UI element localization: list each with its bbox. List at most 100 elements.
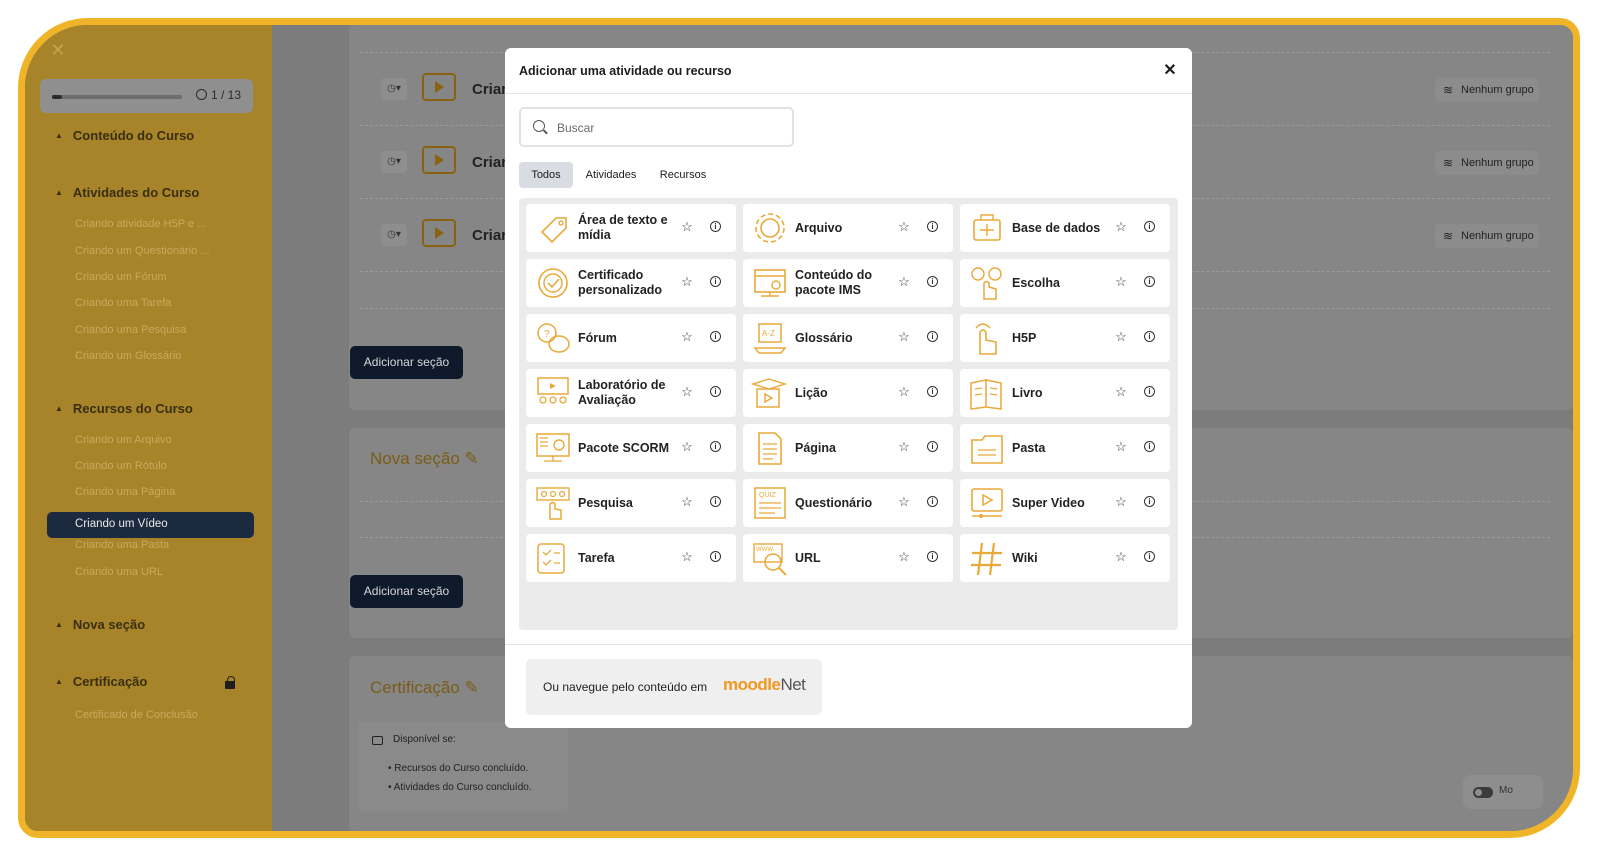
star-icon[interactable]: ☆: [1114, 330, 1128, 344]
star-icon[interactable]: ☆: [897, 330, 911, 344]
moodlenet-button[interactable]: Ou navegue pelo conteúdo em moodleNet: [526, 659, 822, 715]
search-input[interactable]: [557, 117, 782, 139]
star-icon[interactable]: ☆: [680, 550, 694, 564]
sidebar-item[interactable]: Criando uma URL: [75, 566, 163, 578]
sidebar-section-certificacao[interactable]: ▲ Certificação: [55, 674, 147, 689]
activity-tile[interactable]: Área de texto e mídia ☆ i: [526, 204, 736, 252]
star-icon[interactable]: ☆: [680, 495, 694, 509]
activity-tile[interactable]: Pesquisa ☆ i: [526, 479, 736, 527]
star-icon[interactable]: ☆: [680, 385, 694, 399]
activity-title[interactable]: Criar: [472, 154, 507, 171]
activity-tile[interactable]: ? Fórum ☆ i: [526, 314, 736, 362]
info-icon[interactable]: i: [1144, 331, 1155, 342]
sidebar-section-recursos[interactable]: ▲ Recursos do Curso: [55, 401, 193, 416]
info-icon[interactable]: i: [710, 551, 721, 562]
star-icon[interactable]: ☆: [1114, 275, 1128, 289]
activity-tile[interactable]: Escolha ☆ i: [960, 259, 1170, 307]
info-icon[interactable]: i: [710, 331, 721, 342]
tab-atividades[interactable]: Atividades: [577, 162, 645, 188]
activity-tile[interactable]: Laboratório de Avaliação ☆ i: [526, 369, 736, 417]
star-icon[interactable]: ☆: [1114, 220, 1128, 234]
sidebar-section-conteudo[interactable]: ▲ Conteúdo do Curso: [55, 128, 194, 143]
sidebar-section-atividades[interactable]: ▲ Atividades do Curso: [55, 185, 199, 200]
info-icon[interactable]: i: [1144, 386, 1155, 397]
info-icon[interactable]: i: [1144, 496, 1155, 507]
activity-title[interactable]: Criar: [472, 227, 507, 244]
star-icon[interactable]: ☆: [680, 330, 694, 344]
activity-tile[interactable]: WWW URL ☆ i: [743, 534, 953, 582]
info-icon[interactable]: i: [927, 276, 938, 287]
close-icon[interactable]: ✕: [47, 39, 69, 61]
group-badge[interactable]: Nenhum grupo: [1435, 151, 1539, 175]
sidebar-item[interactable]: Criando um Fórum: [75, 271, 167, 283]
activity-tile[interactable]: Base de dados ☆ i: [960, 204, 1170, 252]
tab-recursos[interactable]: Recursos: [651, 162, 715, 188]
activity-tile[interactable]: Conteúdo do pacote IMS ☆ i: [743, 259, 953, 307]
activity-tile[interactable]: Pacote SCORM ☆ i: [526, 424, 736, 472]
info-icon[interactable]: i: [1144, 276, 1155, 287]
activity-tile[interactable]: Lição ☆ i: [743, 369, 953, 417]
info-icon[interactable]: i: [710, 441, 721, 452]
add-section-button[interactable]: Adicionar seção: [350, 575, 463, 608]
sidebar-item[interactable]: Criando uma Tarefa: [75, 297, 171, 309]
star-icon[interactable]: ☆: [1114, 440, 1128, 454]
close-icon[interactable]: ✕: [1158, 59, 1182, 83]
star-icon[interactable]: ☆: [897, 495, 911, 509]
activity-tile[interactable]: Wiki ☆ i: [960, 534, 1170, 582]
section-title[interactable]: Certificação ✎: [370, 678, 479, 698]
info-icon[interactable]: i: [927, 386, 938, 397]
info-icon[interactable]: i: [1144, 221, 1155, 232]
info-icon[interactable]: i: [710, 496, 721, 507]
info-icon[interactable]: i: [1144, 441, 1155, 452]
completion-dropdown[interactable]: ◷▾: [381, 78, 407, 100]
section-title[interactable]: Nova seção ✎: [370, 449, 479, 469]
star-icon[interactable]: ☆: [1114, 550, 1128, 564]
activity-tile[interactable]: Tarefa ☆ i: [526, 534, 736, 582]
sidebar-section-nova-secao[interactable]: ▲ Nova seção: [55, 617, 145, 632]
star-icon[interactable]: ☆: [897, 385, 911, 399]
info-icon[interactable]: i: [927, 551, 938, 562]
star-icon[interactable]: ☆: [1114, 385, 1128, 399]
activity-tile[interactable]: QUIZ Questionário ☆ i: [743, 479, 953, 527]
activity-tile[interactable]: Certificado personalizado ☆ i: [526, 259, 736, 307]
activity-tile[interactable]: A-Z Glossário ☆ i: [743, 314, 953, 362]
sidebar-item[interactable]: Criando atividade H5P e ...: [75, 218, 206, 230]
completion-dropdown[interactable]: ◷▾: [381, 224, 407, 246]
sidebar-item[interactable]: Criando uma Pesquisa: [75, 324, 186, 336]
activity-tile[interactable]: H5P ☆ i: [960, 314, 1170, 362]
star-icon[interactable]: ☆: [1114, 495, 1128, 509]
activity-title[interactable]: Criar: [472, 81, 507, 98]
info-icon[interactable]: i: [927, 441, 938, 452]
sidebar-item[interactable]: Certificado de Conclusão: [75, 709, 198, 721]
activity-tile[interactable]: Livro ☆ i: [960, 369, 1170, 417]
info-icon[interactable]: i: [927, 331, 938, 342]
star-icon[interactable]: ☆: [680, 440, 694, 454]
mode-toggle[interactable]: Mo: [1463, 775, 1543, 809]
sidebar-item[interactable]: Criando um Rótulo: [75, 460, 167, 472]
sidebar-item[interactable]: Criando uma Pasta: [75, 539, 169, 551]
info-icon[interactable]: i: [927, 221, 938, 232]
star-icon[interactable]: ☆: [897, 220, 911, 234]
sidebar-item[interactable]: Criando um Arquivo: [75, 434, 172, 446]
star-icon[interactable]: ☆: [680, 220, 694, 234]
toggle-switch[interactable]: [1473, 787, 1493, 798]
add-section-button[interactable]: Adicionar seção: [350, 346, 463, 379]
completion-dropdown[interactable]: ◷▾: [381, 151, 407, 173]
sidebar-item-active[interactable]: Criando um Vídeo: [47, 512, 254, 538]
activity-tile[interactable]: Página ☆ i: [743, 424, 953, 472]
activity-tile[interactable]: Super Video ☆ i: [960, 479, 1170, 527]
pencil-icon[interactable]: ✎: [465, 678, 479, 697]
tab-todos[interactable]: Todos: [519, 162, 573, 188]
star-icon[interactable]: ☆: [897, 275, 911, 289]
sidebar-item[interactable]: Criando um Glossário: [75, 350, 181, 362]
activity-tile[interactable]: Pasta ☆ i: [960, 424, 1170, 472]
sidebar-item[interactable]: Criando um Questionário ...: [75, 245, 210, 257]
activity-tile[interactable]: Arquivo ☆ i: [743, 204, 953, 252]
info-icon[interactable]: i: [710, 276, 721, 287]
info-icon[interactable]: i: [710, 386, 721, 397]
star-icon[interactable]: ☆: [680, 275, 694, 289]
star-icon[interactable]: ☆: [897, 550, 911, 564]
star-icon[interactable]: ☆: [897, 440, 911, 454]
info-icon[interactable]: i: [710, 221, 721, 232]
group-badge[interactable]: Nenhum grupo: [1435, 78, 1539, 102]
